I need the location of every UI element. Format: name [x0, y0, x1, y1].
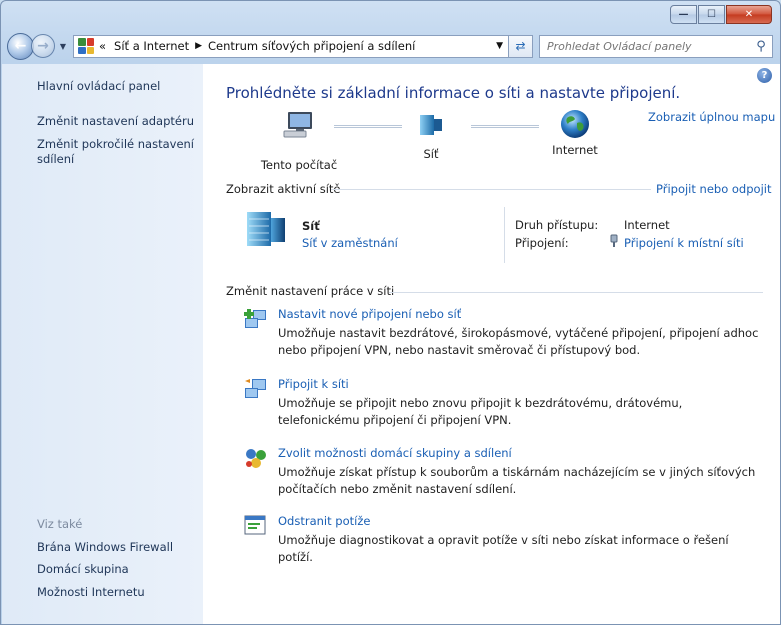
- address-bar[interactable]: « Síť a Internet ▶ Centrum síťových přip…: [73, 34, 509, 58]
- troubleshoot-icon: [244, 515, 266, 535]
- active-network-name: Síť: [302, 219, 320, 233]
- address-overflow[interactable]: «: [99, 39, 106, 53]
- task-description: Umožňuje se připojit nebo znovu připojit…: [278, 396, 683, 427]
- chevron-down-icon: ▼: [59, 41, 67, 51]
- task-new-connection: Nastavit nové připojení nebo síť Umožňuj…: [243, 307, 773, 367]
- refresh-icon: ⇄: [515, 39, 526, 53]
- help-icon[interactable]: ?: [757, 68, 772, 83]
- map-label-computer: Tento počítač: [260, 158, 338, 172]
- arrow-left-icon: ←: [14, 38, 27, 54]
- link-setup-new-connection[interactable]: Nastavit nové připojení nebo síť: [278, 307, 461, 321]
- breadcrumb-network-internet[interactable]: Síť a Internet: [114, 39, 189, 53]
- task-homegroup-sharing: Zvolit možnosti domácí skupiny a sdílení…: [243, 446, 773, 506]
- main-content: ? Prohlédněte si základní informace o sí…: [203, 64, 780, 624]
- address-dropdown-icon[interactable]: ▼: [496, 41, 503, 51]
- close-button[interactable]: ✕: [726, 5, 772, 24]
- map-node-network[interactable]: Síť: [406, 112, 456, 161]
- link-homegroup[interactable]: Domácí skupina: [37, 562, 129, 577]
- connection-label: Připojení:: [515, 236, 569, 250]
- see-also-heading: Viz také: [37, 517, 83, 531]
- new-connection-icon: [244, 309, 266, 328]
- search-icon[interactable]: ⚲: [750, 39, 772, 54]
- active-network-divider: [504, 207, 505, 263]
- control-panel-icon: [78, 38, 94, 54]
- task-troubleshoot: Odstranit potíže Umožňuje diagnostikovat…: [243, 514, 773, 564]
- map-label-network: Síť: [423, 147, 439, 161]
- map-label-internet: Internet: [552, 143, 598, 157]
- access-type-value: Internet: [624, 218, 670, 232]
- search-box[interactable]: ⚲: [539, 34, 773, 58]
- arrow-right-icon: →: [37, 38, 49, 54]
- work-network-icon: [247, 212, 285, 246]
- search-input[interactable]: [547, 39, 750, 53]
- link-full-map[interactable]: Zobrazit úplnou mapu: [648, 110, 775, 124]
- map-node-internet[interactable]: Internet: [545, 109, 605, 157]
- window: — ☐ ✕ ← → ▼ « Síť a Internet ▶ Centrum s…: [0, 0, 781, 625]
- access-type-label: Druh přístupu:: [515, 218, 599, 232]
- change-settings-rule: [389, 292, 763, 293]
- task-description: Umožňuje získat přístup k souborům a tis…: [278, 465, 756, 496]
- minimize-button[interactable]: —: [670, 5, 697, 24]
- task-connect-network: Připojit k síti Umožňuje se připojit neb…: [243, 377, 773, 437]
- refresh-button[interactable]: ⇄: [509, 34, 533, 58]
- link-homegroup-sharing-options[interactable]: Zvolit možnosti domácí skupiny a sdílení: [278, 446, 512, 460]
- forward-button[interactable]: →: [31, 34, 55, 58]
- ethernet-plug-icon: [609, 234, 619, 248]
- link-advanced-sharing-settings[interactable]: Změnit pokročilé nastavení sdílení: [37, 137, 197, 167]
- link-internet-options[interactable]: Možnosti Internetu: [37, 585, 145, 600]
- breadcrumb-network-center[interactable]: Centrum síťových připojení a sdílení: [208, 39, 415, 53]
- link-connect-to-network[interactable]: Připojit k síti: [278, 377, 349, 391]
- change-settings-heading: Změnit nastavení práce v síti: [226, 284, 395, 298]
- link-windows-firewall[interactable]: Brána Windows Firewall: [37, 540, 173, 555]
- link-network-type[interactable]: Síť v zaměstnání: [302, 236, 398, 250]
- link-local-area-connection[interactable]: Připojení k místní síti: [624, 236, 744, 250]
- caption-buttons: — ☐ ✕: [670, 5, 772, 24]
- computer-icon: [283, 112, 312, 138]
- connect-network-icon: [245, 379, 266, 398]
- maximize-button[interactable]: ☐: [698, 5, 725, 24]
- map-node-computer: Tento počítač: [259, 110, 339, 172]
- navigation-bar: ← → ▼ « Síť a Internet ▶ Centrum síťovýc…: [7, 32, 774, 60]
- page-title: Prohlédněte si základní informace o síti…: [226, 84, 681, 102]
- link-troubleshoot-problems[interactable]: Odstranit potíže: [278, 514, 370, 528]
- network-icon: [420, 115, 442, 135]
- homegroup-icon: [246, 449, 266, 468]
- link-control-panel-home[interactable]: Hlavní ovládací panel: [37, 79, 160, 94]
- link-change-adapter-settings[interactable]: Změnit nastavení adaptéru: [37, 114, 194, 129]
- left-pane: Hlavní ovládací panel Změnit nastavení a…: [2, 64, 203, 624]
- globe-icon: [561, 110, 589, 138]
- map-connector-2: [471, 125, 539, 128]
- back-button[interactable]: ←: [7, 32, 34, 60]
- map-connector-1: [334, 125, 402, 128]
- active-networks-heading: Zobrazit aktivní sítě: [226, 182, 341, 196]
- task-description: Umožňuje diagnostikovat a opravit potíže…: [278, 533, 729, 564]
- recent-pages-dropdown[interactable]: ▼: [57, 42, 69, 51]
- breadcrumb-chevron-icon[interactable]: ▶: [195, 41, 202, 51]
- task-description: Umožňuje nastavit bezdrátové, širokopásm…: [278, 326, 759, 357]
- link-connect-disconnect[interactable]: Připojit nebo odpojit: [656, 182, 771, 196]
- active-networks-rule: [331, 189, 651, 190]
